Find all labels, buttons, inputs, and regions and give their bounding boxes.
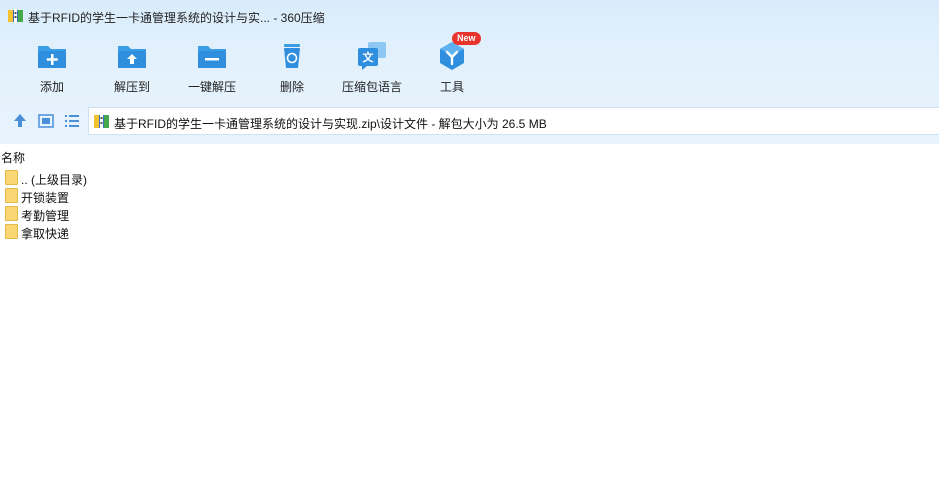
recycle-bin-icon (284, 44, 300, 68)
add-label: 添加 (39, 80, 64, 94)
list-item-name: 开锁装置 (21, 191, 70, 205)
list-item-name: 考勤管理 (21, 209, 70, 223)
name-column-header[interactable]: 名称 (1, 149, 25, 166)
folder-minus-icon (198, 46, 226, 68)
list-view-icon[interactable] (62, 111, 82, 131)
archive-icon (8, 9, 23, 23)
delete-label: 删除 (279, 80, 304, 94)
one-click-extract-button[interactable]: 一键解压 (172, 36, 252, 100)
add-button[interactable]: 添加 (12, 36, 92, 100)
folder-icon (5, 170, 18, 185)
new-badge: New (452, 32, 481, 45)
thumbnail-view-icon[interactable] (36, 111, 56, 131)
archive-language-label: 压缩包语言 (341, 80, 402, 94)
toolbar: 添加 解压到 一键解压 删除 文 压缩包语言 工具 (0, 36, 939, 100)
archive-language-button[interactable]: 文 压缩包语言 (332, 36, 412, 100)
folder-icon (5, 206, 18, 221)
zip-file-icon (94, 114, 109, 129)
path-bar[interactable]: 基于RFID的学生一卡通管理系统的设计与实现.zip\设计文件 - 解包大小为 … (88, 107, 939, 135)
list-item-parent-dir[interactable]: .. (上级目录) (4, 169, 404, 187)
list-item[interactable]: 考勤管理 (4, 205, 404, 223)
list-item[interactable]: 拿取快递 (4, 223, 404, 241)
folder-plus-icon (38, 46, 66, 68)
navigation-row: 基于RFID的学生一卡通管理系统的设计与实现.zip\设计文件 - 解包大小为 … (0, 107, 939, 135)
svg-text:文: 文 (363, 50, 375, 64)
tools-label: 工具 (439, 80, 464, 94)
folder-upload-icon (118, 46, 146, 68)
list-item-name: .. (上级目录) (21, 173, 87, 187)
one-click-extract-label: 一键解压 (187, 80, 236, 94)
title-bar: 基于RFID的学生一卡通管理系统的设计与实... - 360压缩 (0, 0, 939, 32)
extract-to-button[interactable]: 解压到 (92, 36, 172, 100)
list-item-name: 拿取快递 (21, 227, 70, 241)
list-item[interactable]: 开锁装置 (4, 187, 404, 205)
archive-path: 基于RFID的学生一卡通管理系统的设计与实现.zip\设计文件 - 解包大小为 … (114, 117, 547, 131)
file-list: 名称 .. (上级目录) 开锁装置 考勤管理 拿取快递 (0, 144, 939, 485)
extract-to-label: 解压到 (113, 80, 150, 94)
top-band: 基于RFID的学生一卡通管理系统的设计与实... - 360压缩 添加 解压到 (0, 0, 939, 144)
language-icon: 文 (358, 42, 386, 70)
tools-button[interactable]: 工具 (412, 36, 492, 100)
folder-icon (5, 224, 18, 239)
up-arrow-icon[interactable] (10, 111, 30, 131)
delete-button[interactable]: 删除 (252, 36, 332, 100)
window-title: 基于RFID的学生一卡通管理系统的设计与实... - 360压缩 (28, 11, 325, 25)
folder-icon (5, 188, 18, 203)
